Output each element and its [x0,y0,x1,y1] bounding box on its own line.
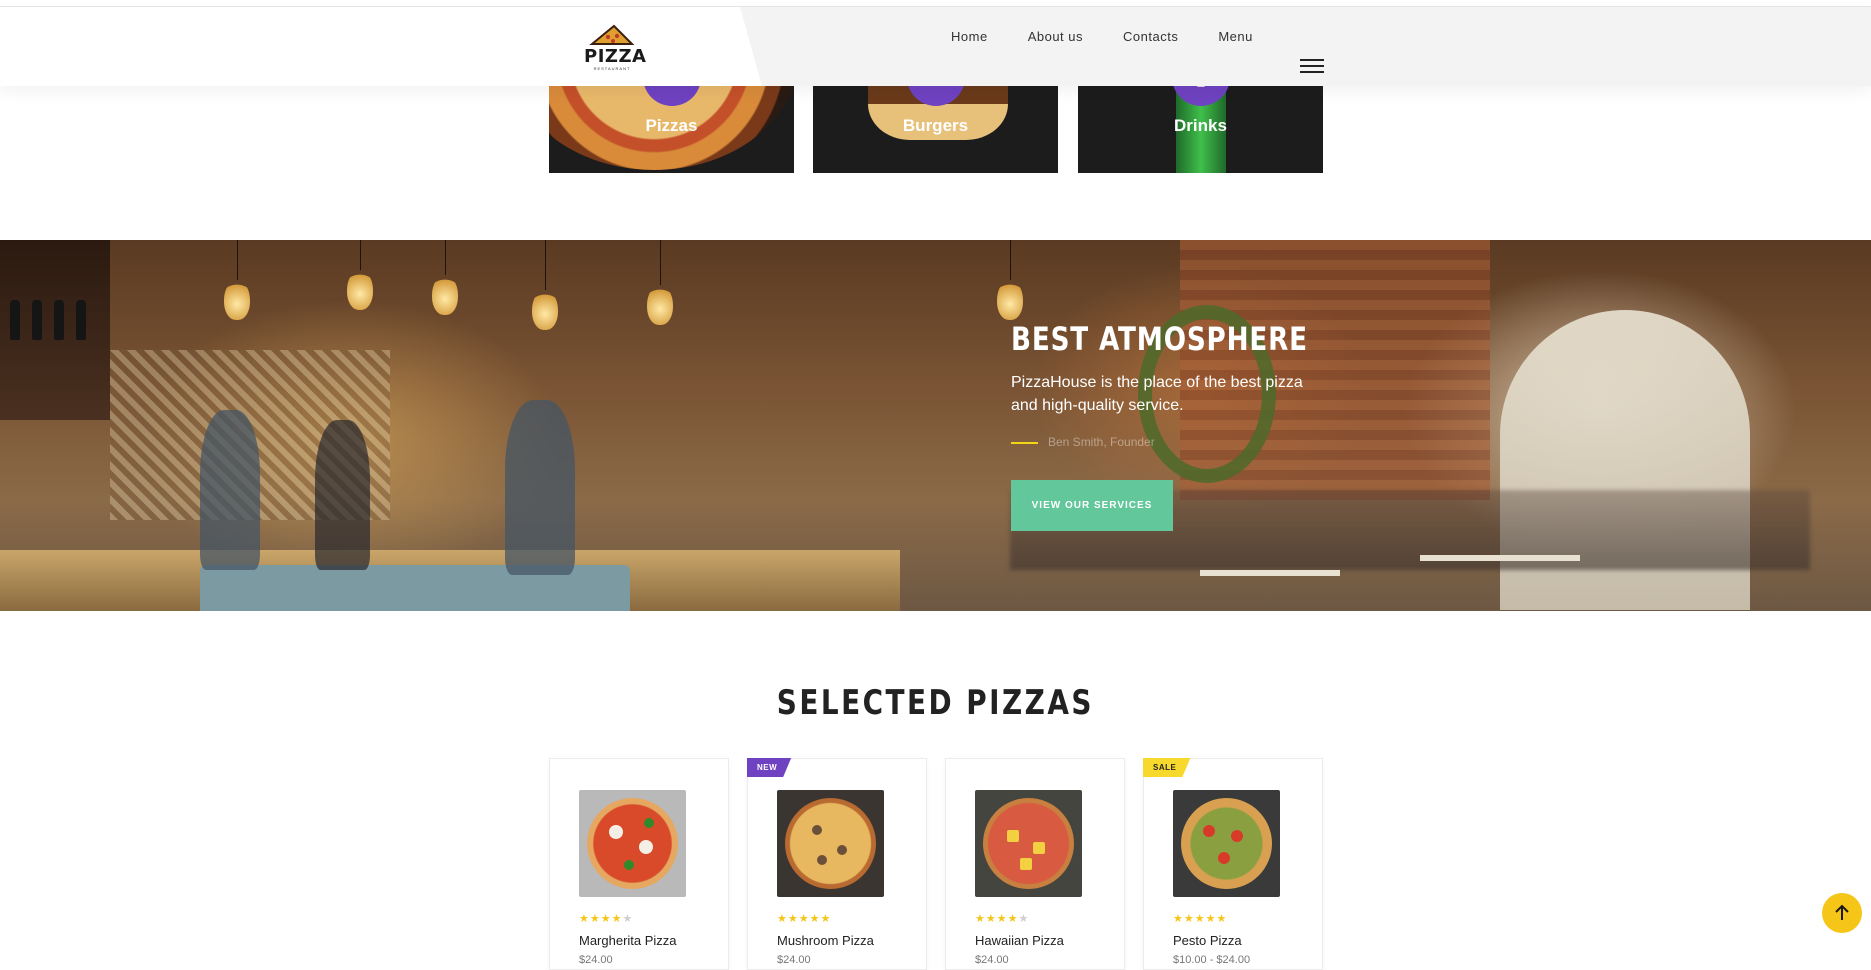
star-icon: ★ [1183,913,1195,925]
star-icon: ★ [1194,913,1206,925]
star-icon: ★ [600,913,612,925]
pizza-price: $24.00 [777,954,811,966]
lamp-wire [237,240,238,280]
nav-home[interactable]: Home [951,29,988,44]
star-icon: ★ [1173,913,1184,925]
logo-subtext: RESTAURANT [593,66,631,71]
nav-menu[interactable]: Menu [1218,29,1253,44]
star-icon: ★ [611,913,623,925]
star-icon: ★ [589,913,601,925]
pizza-price: $10.00 - $24.00 [1173,954,1251,966]
pizza-card-mushroom[interactable]: NEW ★★★★★ Mushroom Pizza $24.00 [747,758,927,970]
pendant-lamp-decor [432,275,458,315]
star-icon: ★ [579,913,590,925]
quote-author: Ben Smith, Founder [1048,435,1155,449]
pendant-lamp-decor [347,270,373,310]
category-label: Pizzas [645,116,698,135]
pendant-lamp-decor [997,280,1023,320]
star-icon: ★ [996,913,1008,925]
hamburger-menu-icon[interactable] [1300,59,1324,76]
pizza-price: $24.00 [579,954,613,966]
star-icon: ★ [820,913,832,925]
pizza-image [579,790,686,897]
view-services-button[interactable]: VIEW OUR SERVICES [1011,480,1173,531]
blurred-person [505,400,575,575]
lamp-wire [1010,240,1011,280]
table-decor [1420,555,1580,561]
pizza-price: $24.00 [975,954,1009,966]
lamp-wire [445,240,446,275]
site-logo[interactable]: PIZZA RESTAURANT [584,24,647,74]
star-icon: ★ [1007,913,1019,925]
top-border [0,0,1871,7]
hero-title: BEST ATMOSPHERE [1011,320,1308,358]
pizza-name: Mushroom Pizza [777,933,874,948]
nav-contacts[interactable]: Contacts [1123,29,1178,44]
star-icon: ★ [985,913,997,925]
star-icon: ★ [975,913,986,925]
bottle-decor [54,300,64,340]
rating-stars: ★★★★★ [1173,912,1227,925]
logo-text: PIZZA [584,46,647,67]
section-title: SELECTED PIZZAS [776,683,1095,723]
back-to-top-button[interactable] [1822,893,1862,933]
nav-about-us[interactable]: About us [1028,29,1083,44]
bottle-decor [10,300,20,340]
category-label: Drinks [1174,116,1227,135]
table-decor [1200,570,1340,576]
pizza-name: Hawaiian Pizza [975,933,1064,948]
pizza-name: Pesto Pizza [1173,933,1242,948]
star-icon: ★ [798,913,810,925]
star-icon: ★ [1018,913,1030,925]
hero-banner: BEST ATMOSPHERE PizzaHouse is the place … [0,240,1871,611]
site-header: PIZZA RESTAURANT Home About us Contacts … [0,7,1871,86]
rating-stars: ★★★★★ [975,912,1029,925]
category-label: Burgers [902,116,969,135]
star-icon: ★ [787,913,799,925]
star-icon: ★ [1205,913,1217,925]
pendant-lamp-decor [532,290,558,330]
bottle-decor [32,300,42,340]
star-icon: ★ [777,913,788,925]
pendant-lamp-decor [647,285,673,325]
lamp-wire [545,240,546,290]
pizza-slice-logo-icon [589,24,635,45]
blurred-person [200,410,260,570]
lamp-wire [360,240,361,270]
pizza-image [1173,790,1280,897]
pizza-card-margherita[interactable]: ★★★★★ Margherita Pizza $24.00 [549,758,729,970]
lamp-wire [660,240,661,285]
rating-stars: ★★★★★ [579,912,633,925]
star-icon: ★ [809,913,821,925]
pizza-image [975,790,1082,897]
pendant-lamp-decor [224,280,250,320]
main-nav: Home About us Contacts Menu [951,29,1253,44]
pizza-card-pesto[interactable]: SALE ★★★★★ Pesto Pizza $10.00 - $24.00 [1143,758,1323,970]
arrow-up-icon [1835,904,1849,920]
pizza-name: Margherita Pizza [579,933,677,948]
blurred-person [315,420,370,570]
pizza-card-hawaiian[interactable]: ★★★★★ Hawaiian Pizza $24.00 [945,758,1125,970]
hero-description: PizzaHouse is the place of the best pizz… [1011,374,1303,414]
bottle-decor [76,300,86,340]
rating-stars: ★★★★★ [777,912,831,925]
new-badge: NEW [747,758,791,777]
star-icon: ★ [1216,913,1228,925]
star-icon: ★ [622,913,634,925]
quote-accent-line [1011,442,1038,444]
pizza-image [777,790,884,897]
sale-badge: SALE [1143,758,1190,777]
